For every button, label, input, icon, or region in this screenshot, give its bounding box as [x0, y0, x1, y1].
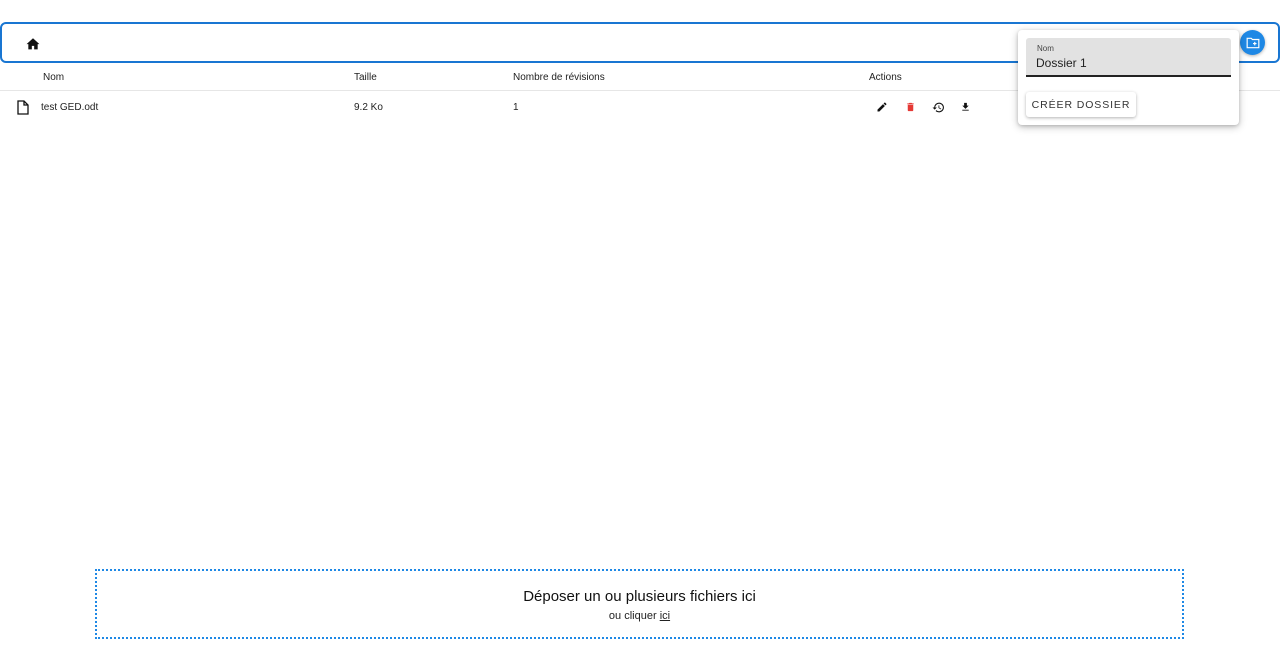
file-size: 9.2 Ko — [354, 102, 383, 113]
create-folder-button[interactable]: CRÉER DOSSIER — [1026, 92, 1136, 117]
download-icon[interactable] — [958, 100, 972, 114]
column-header-name[interactable]: Nom — [43, 72, 64, 83]
file-dropzone[interactable]: Déposer un ou plusieurs fichiers ici ou … — [95, 569, 1184, 639]
delete-icon[interactable] — [903, 100, 917, 114]
file-revisions: 1 — [513, 102, 519, 113]
history-icon[interactable] — [931, 100, 945, 114]
home-icon[interactable] — [24, 34, 42, 52]
column-header-size[interactable]: Taille — [354, 72, 377, 83]
folder-name-label: Nom — [1037, 44, 1054, 53]
create-folder-icon — [1246, 37, 1259, 48]
dropzone-click-link[interactable]: ici — [660, 610, 670, 622]
folder-name-field[interactable]: Nom — [1026, 38, 1231, 77]
dropzone-title: Déposer un ou plusieurs fichiers ici — [523, 588, 756, 605]
column-header-actions: Actions — [869, 72, 902, 83]
file-name[interactable]: test GED.odt — [41, 102, 98, 113]
folder-name-input[interactable] — [1036, 55, 1221, 71]
edit-icon[interactable] — [875, 100, 889, 114]
dropzone-subtitle-text: ou cliquer — [608, 610, 657, 622]
dropzone-subtitle: ou cliquer ici — [97, 610, 1182, 622]
new-folder-button[interactable] — [1240, 30, 1265, 55]
create-folder-popover: Nom CRÉER DOSSIER — [1018, 30, 1239, 125]
file-icon — [17, 100, 29, 115]
column-header-revisions[interactable]: Nombre de révisions — [513, 72, 605, 83]
